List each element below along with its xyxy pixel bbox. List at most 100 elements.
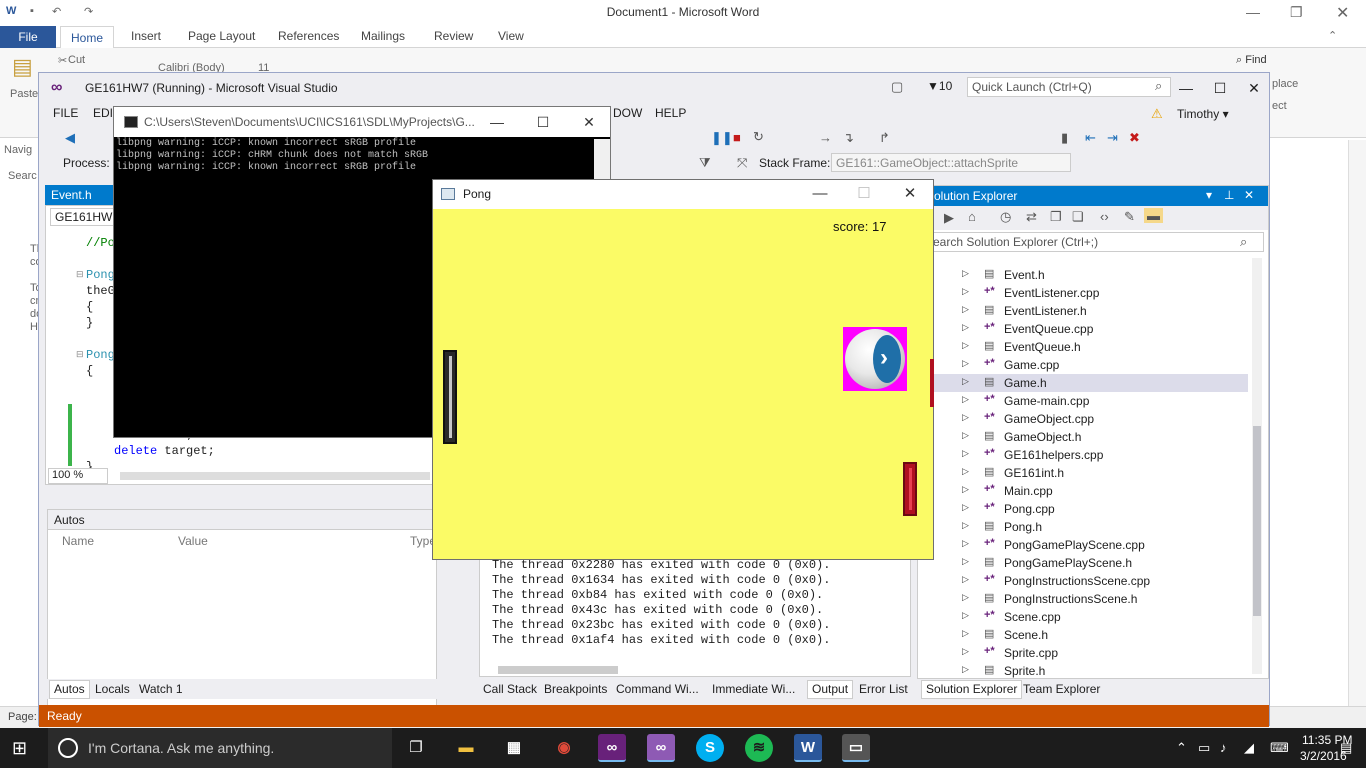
vs-maximize-button[interactable]: ☐ [1205, 77, 1235, 99]
replace-button[interactable]: place [1272, 78, 1298, 90]
editor-horizontal-scrollbar[interactable] [120, 472, 430, 480]
solution-search-input[interactable]: Search Solution Explorer (Ctrl+;) [920, 232, 1264, 252]
expand-arrow-icon[interactable]: ▷ [962, 556, 969, 567]
expand-arrow-icon[interactable]: ▷ [962, 286, 969, 297]
menu-window[interactable]: DOW [613, 106, 642, 120]
tab-call-stack[interactable]: Call Stack [483, 682, 537, 696]
collapse-all-icon[interactable]: ❐ [1050, 209, 1062, 225]
bookmark-icon[interactable]: ▮ [1061, 130, 1068, 146]
cut-icon[interactable]: ✂ [58, 54, 67, 67]
tab-references[interactable]: References [278, 29, 339, 43]
output-panel[interactable]: The thread 0x2280 has exited with code 0… [479, 553, 911, 677]
zoom-select[interactable]: 100 % [48, 468, 108, 484]
expand-arrow-icon[interactable]: ▷ [962, 664, 969, 675]
view-code-icon[interactable]: ‹› [1100, 209, 1109, 224]
prev-bookmark-icon[interactable]: ⇤ [1085, 130, 1096, 146]
solution-file-item[interactable]: ▷ +* EventQueue.cpp [918, 320, 1248, 338]
vs-minimize-button[interactable]: — [1171, 77, 1201, 99]
expand-arrow-icon[interactable]: ▷ [962, 376, 969, 387]
step-over-icon[interactable]: → [819, 130, 832, 145]
stack-frame-select[interactable]: GE161::GameObject::attachSprite [831, 153, 1071, 172]
solution-file-item[interactable]: ▷ +* Scene.cpp [918, 608, 1248, 626]
solution-file-item[interactable]: ▷ ▤ Pong.h [918, 518, 1248, 536]
clear-bookmarks-icon[interactable]: ✖ [1129, 130, 1140, 146]
preview-icon[interactable]: ▬ [1144, 208, 1163, 223]
ribbon-collapse-icon[interactable]: ⌃ [1328, 29, 1337, 42]
console-minimize-button[interactable]: — [482, 111, 512, 133]
pin-icon[interactable]: ⊥ [1224, 188, 1234, 202]
expand-arrow-icon[interactable]: ▷ [962, 538, 969, 549]
cortana-search-box[interactable]: I'm Cortana. Ask me anything. [48, 728, 392, 768]
expand-arrow-icon[interactable]: ▷ [962, 448, 969, 459]
console-close-button[interactable]: ✕ [574, 111, 604, 133]
solution-file-item[interactable]: ▷ +* Sprite.cpp [918, 644, 1248, 662]
select-button[interactable]: ect [1272, 100, 1287, 112]
vs-close-button[interactable]: ✕ [1239, 77, 1269, 99]
find-button[interactable]: ⌕ Find [1236, 54, 1267, 67]
solution-scrollbar-thumb[interactable] [1253, 426, 1261, 616]
solution-file-item[interactable]: ▷ +* PongGamePlayScene.cpp [918, 536, 1248, 554]
tab-autos[interactable]: Autos [49, 680, 90, 699]
paste-label[interactable]: Paste [10, 88, 38, 100]
pause-icon[interactable]: ❚❚ [711, 130, 733, 146]
autos-column-value[interactable]: Value [178, 534, 208, 548]
solution-file-item[interactable]: ▷ ▤ Event.h [918, 266, 1248, 284]
visual-studio-2-taskbar-icon[interactable]: ∞ [647, 734, 675, 762]
word-page-indicator[interactable]: Page: [8, 711, 37, 723]
tab-error-list[interactable]: Error List [859, 682, 908, 696]
expand-arrow-icon[interactable]: ▷ [962, 412, 969, 423]
feedback-icon[interactable]: ▢ [891, 79, 903, 95]
power-icon[interactable]: ▭ [1198, 740, 1210, 756]
store-taskbar-icon[interactable]: ▦ [500, 734, 528, 762]
skype-taskbar-icon[interactable]: S [696, 734, 724, 762]
autos-column-name[interactable]: Name [62, 534, 94, 548]
tab-command-window[interactable]: Command Wi... [616, 682, 699, 696]
thread-flag-icon[interactable]: ⤧ [737, 155, 747, 171]
solution-file-item[interactable]: ▷ +* PongInstructionsScene.cpp [918, 572, 1248, 590]
tab-home[interactable]: Home [60, 26, 114, 49]
sol-forward-icon[interactable]: ▶ [944, 210, 954, 226]
expand-arrow-icon[interactable]: ▷ [962, 322, 969, 333]
tab-locals[interactable]: Locals [95, 682, 130, 696]
solution-file-item[interactable]: ▷ +* Game.cpp [918, 356, 1248, 374]
solution-file-item[interactable]: ▷ ▤ EventListener.h [918, 302, 1248, 320]
solution-file-item[interactable]: ▷ ▤ Sprite.h [918, 662, 1248, 680]
output-horizontal-scrollbar[interactable] [498, 666, 618, 674]
solution-file-item[interactable]: ▷ +* Main.cpp [918, 482, 1248, 500]
word-close-icon[interactable]: ✕ [1336, 3, 1349, 23]
solution-file-item[interactable]: ▷ +* Game-main.cpp [918, 392, 1248, 410]
tab-insert[interactable]: Insert [131, 29, 161, 43]
input-method-icon[interactable]: ⌨ [1270, 740, 1289, 756]
pong-game-canvas[interactable]: score: 17 › [433, 209, 934, 559]
word-taskbar-icon[interactable]: W [794, 734, 822, 762]
tray-overflow-icon[interactable]: ⌃ [1176, 740, 1187, 756]
history-icon[interactable]: ◷ [1000, 209, 1011, 225]
tab-team-explorer[interactable]: Team Explorer [1023, 682, 1100, 696]
tab-breakpoints[interactable]: Breakpoints [544, 682, 607, 696]
tab-output[interactable]: Output [807, 680, 854, 699]
navigate-back-icon[interactable]: ◀ [65, 130, 75, 146]
expand-arrow-icon[interactable]: ▷ [962, 646, 969, 657]
chrome-taskbar-icon[interactable]: ◉ [550, 734, 578, 762]
menu-help[interactable]: HELP [655, 106, 686, 120]
action-center-icon[interactable]: ▤ [1340, 740, 1352, 756]
expand-arrow-icon[interactable]: ▷ [962, 484, 969, 495]
stop-icon[interactable]: ■ [733, 130, 741, 145]
step-out-icon[interactable]: ↱ [879, 130, 890, 146]
solution-file-item[interactable]: ▷ ▤ Scene.h [918, 626, 1248, 644]
sync-icon[interactable]: ⇄ [1026, 209, 1037, 225]
expand-arrow-icon[interactable]: ▷ [962, 574, 969, 585]
expand-arrow-icon[interactable]: ▷ [962, 340, 969, 351]
visual-studio-taskbar-icon[interactable]: ∞ [598, 734, 626, 762]
solution-file-item[interactable]: ▷ ▤ PongInstructionsScene.h [918, 590, 1248, 608]
expand-arrow-icon[interactable]: ▷ [962, 268, 969, 279]
expand-arrow-icon[interactable]: ▷ [962, 628, 969, 639]
properties-icon[interactable]: ✎ [1124, 209, 1135, 225]
expand-arrow-icon[interactable]: ▷ [962, 520, 969, 531]
home-icon[interactable]: ⌂ [968, 209, 976, 224]
pong-app-taskbar-icon[interactable]: ▭ [842, 734, 870, 762]
console-maximize-button[interactable]: ☐ [528, 111, 558, 133]
volume-icon[interactable]: ♪ [1220, 740, 1227, 755]
warning-icon[interactable]: ⚠ [1151, 106, 1163, 122]
start-button-windows-icon[interactable]: ⊞ [12, 738, 27, 759]
